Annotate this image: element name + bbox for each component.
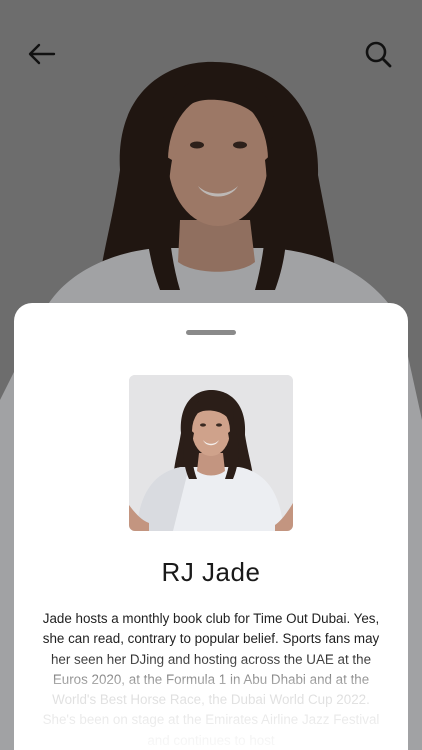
search-icon [365, 41, 392, 68]
presenter-portrait [129, 375, 293, 531]
presenter-detail-sheet: RJ Jade Jade hosts a monthly book club f… [14, 303, 408, 750]
presenter-photo [129, 375, 293, 531]
arrow-left-icon [28, 43, 56, 65]
back-button[interactable] [22, 34, 62, 74]
top-bar [0, 0, 422, 110]
presenter-bio: Jade hosts a monthly book club for Time … [42, 611, 380, 748]
drag-handle[interactable] [186, 330, 236, 335]
search-button[interactable] [358, 34, 398, 74]
presenter-name: RJ Jade [161, 557, 261, 587]
